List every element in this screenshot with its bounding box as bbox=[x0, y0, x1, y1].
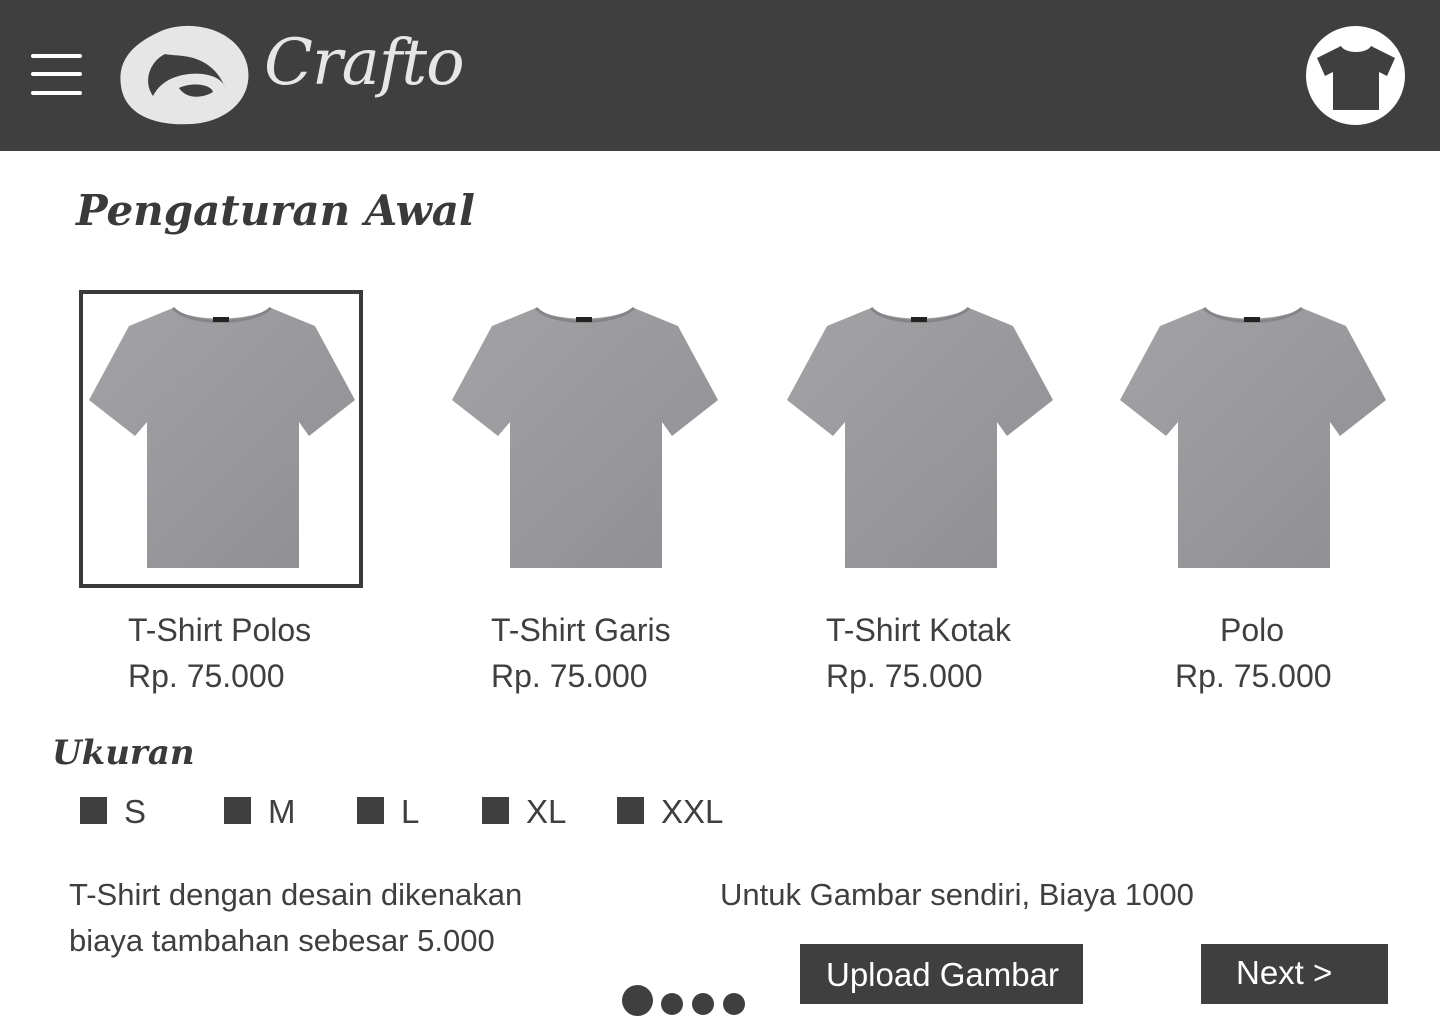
crafto-logo-text: Crafto bbox=[264, 26, 465, 100]
page-title: Pengaturan Awal bbox=[76, 186, 475, 235]
crafto-logo-icon bbox=[120, 25, 249, 125]
size-label: XL bbox=[526, 793, 567, 830]
size-label: XXL bbox=[661, 793, 724, 830]
product-price: Rp. 75.000 bbox=[491, 658, 648, 694]
product-card-polo[interactable]: Polo Rp. 75.000 bbox=[1110, 290, 1400, 700]
product-card-tshirt-polos[interactable]: T-Shirt Polos Rp. 75.000 bbox=[79, 290, 369, 700]
size-option-s[interactable]: S bbox=[80, 793, 170, 831]
size-checkbox[interactable] bbox=[80, 797, 107, 824]
size-label: M bbox=[268, 793, 296, 830]
product-name: T-Shirt Garis bbox=[491, 612, 671, 648]
own-image-fee-note: Untuk Gambar sendiri, Biaya 1000 bbox=[720, 877, 1194, 912]
size-section-title: Ukuran bbox=[52, 733, 195, 773]
size-checkbox[interactable] bbox=[224, 797, 251, 824]
tshirt-preview-button[interactable] bbox=[1306, 26, 1405, 125]
product-card-tshirt-kotak[interactable]: T-Shirt Kotak Rp. 75.000 bbox=[777, 290, 1067, 700]
app-header: Crafto bbox=[0, 0, 1440, 151]
next-button[interactable]: Next > bbox=[1201, 944, 1388, 1004]
product-card-tshirt-garis[interactable]: T-Shirt Garis Rp. 75.000 bbox=[442, 290, 732, 700]
size-option-xxl[interactable]: XXL bbox=[617, 793, 737, 831]
design-fee-note: T-Shirt dengan desain dikenakan biaya ta… bbox=[69, 872, 522, 964]
tshirt-image bbox=[452, 306, 718, 568]
product-name: Polo bbox=[1220, 612, 1285, 648]
size-checkbox[interactable] bbox=[617, 797, 644, 824]
size-option-l[interactable]: L bbox=[357, 793, 447, 831]
product-name: T-Shirt Polos bbox=[128, 612, 312, 648]
size-label: L bbox=[401, 793, 420, 830]
tshirt-image bbox=[787, 306, 1053, 568]
product-name: T-Shirt Kotak bbox=[826, 612, 1011, 648]
page-dot[interactable] bbox=[692, 993, 714, 1015]
page-dot[interactable] bbox=[661, 993, 683, 1015]
size-option-xl[interactable]: XL bbox=[482, 793, 582, 831]
size-checkbox[interactable] bbox=[482, 797, 509, 824]
size-label: S bbox=[124, 793, 147, 830]
hamburger-menu-icon[interactable] bbox=[31, 54, 82, 98]
tshirt-image bbox=[1120, 306, 1386, 568]
product-price: Rp. 75.000 bbox=[826, 658, 983, 694]
page-dot-active[interactable] bbox=[622, 985, 653, 1016]
upload-image-button[interactable]: Upload Gambar bbox=[800, 944, 1083, 1004]
step-pagination bbox=[622, 985, 752, 1017]
tshirt-icon bbox=[1317, 46, 1395, 110]
product-price: Rp. 75.000 bbox=[128, 658, 285, 694]
design-fee-line-1: T-Shirt dengan desain dikenakan bbox=[69, 877, 523, 912]
product-price: Rp. 75.000 bbox=[1175, 658, 1332, 694]
size-checkbox[interactable] bbox=[357, 797, 384, 824]
tshirt-image bbox=[89, 306, 355, 568]
page-dot[interactable] bbox=[723, 993, 745, 1015]
design-fee-line-2: biaya tambahan sebesar 5.000 bbox=[69, 923, 495, 958]
size-option-m[interactable]: M bbox=[224, 793, 324, 831]
